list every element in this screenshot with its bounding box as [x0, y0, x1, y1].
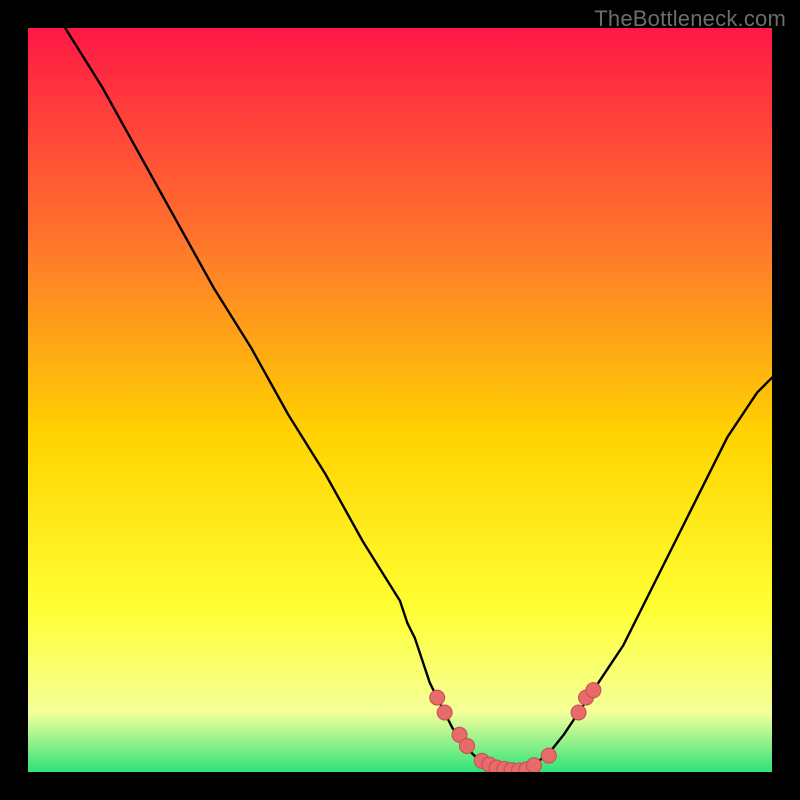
curve-marker [586, 683, 601, 698]
curve-marker [459, 738, 474, 753]
gradient-background [28, 28, 772, 772]
curve-marker [430, 690, 445, 705]
bottleneck-curve-chart [28, 28, 772, 772]
plot-area [28, 28, 772, 772]
curve-marker [526, 758, 541, 772]
curve-marker [437, 705, 452, 720]
curve-marker [541, 748, 556, 763]
curve-marker [571, 705, 586, 720]
chart-frame: TheBottleneck.com [0, 0, 800, 800]
